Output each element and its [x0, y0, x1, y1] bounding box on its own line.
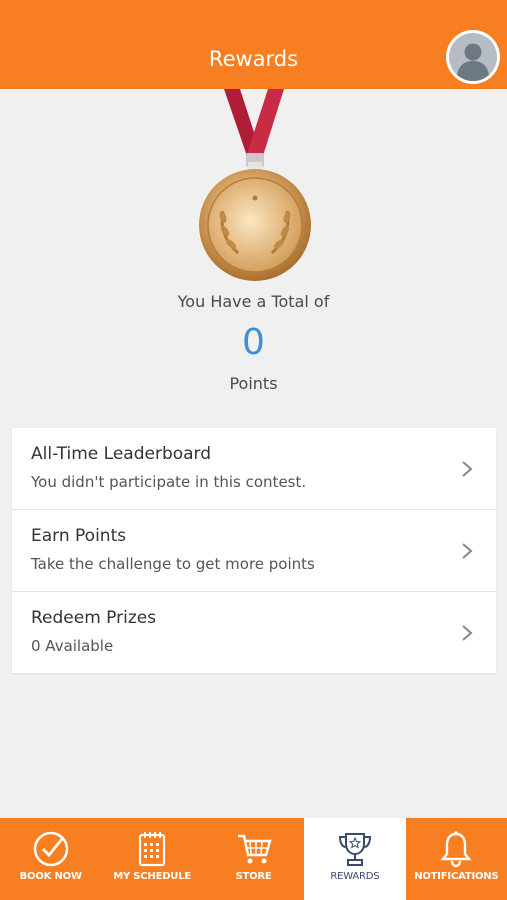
- trophy-icon: [338, 833, 371, 866]
- calendar-icon: [139, 832, 166, 867]
- chevron-right-icon: [462, 543, 473, 559]
- tab-label: REWARDS: [330, 871, 380, 882]
- tab-book-now[interactable]: BOOK NOW: [0, 818, 102, 900]
- tab-label: MY SCHEDULE: [113, 871, 192, 882]
- chevron-right-icon: [462, 625, 473, 641]
- top-header: Rewards: [0, 0, 507, 89]
- tab-label: BOOK NOW: [19, 871, 82, 882]
- bell-icon: [440, 831, 472, 868]
- cart-icon: [237, 834, 272, 864]
- menu-item-title: Earn Points: [31, 526, 127, 546]
- bottom-tab-bar: BOOK NOW MY SCHEDULE STORE REWARDS NOTIF…: [0, 818, 507, 900]
- earn-points-item[interactable]: Earn Points Take the challenge to get mo…: [12, 510, 496, 592]
- tab-store[interactable]: STORE: [202, 818, 305, 900]
- menu-item-title: Redeem Prizes: [31, 608, 157, 628]
- rewards-menu: All-Time Leaderboard You didn't particip…: [12, 428, 496, 673]
- check-circle-icon: [33, 831, 68, 867]
- medal-icon: [199, 89, 311, 281]
- redeem-prizes-item[interactable]: Redeem Prizes 0 Available: [12, 592, 496, 673]
- leaderboard-item[interactable]: All-Time Leaderboard You didn't particip…: [12, 428, 496, 510]
- menu-item-title: All-Time Leaderboard: [31, 444, 212, 464]
- points-label: Points: [229, 374, 278, 393]
- points-value: 0: [242, 322, 265, 363]
- tab-notifications[interactable]: NOTIFICATIONS: [405, 818, 507, 900]
- user-avatar-icon[interactable]: [446, 30, 500, 84]
- tab-label: STORE: [235, 871, 272, 882]
- tab-rewards[interactable]: REWARDS: [304, 818, 406, 900]
- total-label: You Have a Total of: [177, 292, 330, 311]
- menu-item-subtitle: Take the challenge to get more points: [31, 555, 315, 573]
- menu-item-subtitle: You didn't participate in this contest.: [31, 473, 307, 491]
- page-title: Rewards: [208, 47, 299, 71]
- menu-item-subtitle: 0 Available: [31, 637, 114, 655]
- chevron-right-icon: [462, 461, 473, 477]
- tab-label: NOTIFICATIONS: [414, 871, 499, 882]
- tab-my-schedule[interactable]: MY SCHEDULE: [101, 818, 203, 900]
